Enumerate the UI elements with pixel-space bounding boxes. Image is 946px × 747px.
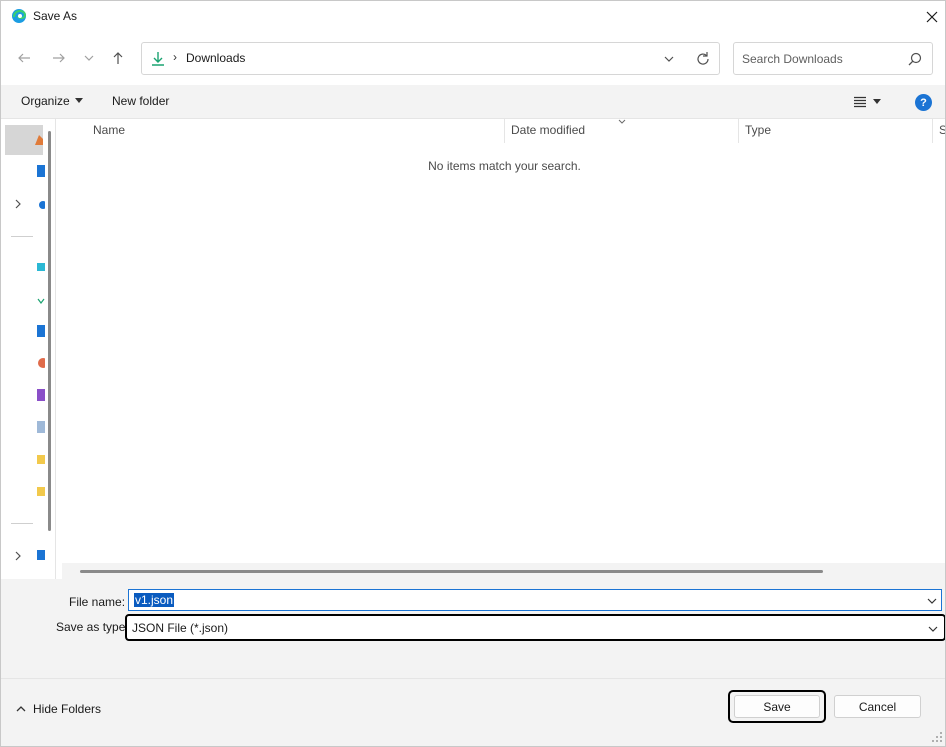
- onedrive-icon[interactable]: [37, 199, 47, 211]
- forward-button[interactable]: [48, 47, 70, 69]
- save-as-dialog: Save As › Downloads Search Downloads Org…: [0, 0, 946, 747]
- downloads-icon[interactable]: [37, 295, 45, 307]
- file-name-value: v1.json: [134, 593, 175, 607]
- hide-folders-button[interactable]: Hide Folders: [16, 702, 101, 716]
- arrow-right-icon: [53, 53, 65, 63]
- folder-icon[interactable]: [37, 485, 45, 497]
- download-icon: [151, 51, 165, 67]
- file-name-input[interactable]: v1.json: [128, 589, 942, 611]
- column-header-date-modified[interactable]: Date modified: [511, 123, 585, 137]
- nav-scrollbar[interactable]: [48, 131, 51, 531]
- file-list: Name Date modified Type S No items match…: [62, 119, 945, 579]
- chevron-down-icon[interactable]: [927, 596, 937, 606]
- chevron-right-icon[interactable]: [13, 199, 23, 209]
- arrow-up-icon: [113, 52, 123, 64]
- file-name-label: File name:: [69, 595, 126, 609]
- dialog-title: Save As: [33, 9, 78, 23]
- breadcrumb-separator: ›: [173, 50, 177, 64]
- column-header-type[interactable]: Type: [745, 123, 771, 137]
- cancel-button[interactable]: Cancel: [834, 695, 921, 718]
- desktop-icon[interactable]: [37, 261, 45, 273]
- close-button[interactable]: [919, 4, 945, 30]
- back-button[interactable]: [13, 47, 35, 69]
- hide-folders-label: Hide Folders: [33, 702, 102, 716]
- pictures-icon[interactable]: [37, 357, 48, 369]
- column-divider[interactable]: [932, 119, 933, 143]
- gallery-icon[interactable]: [37, 165, 45, 177]
- save-as-type-select[interactable]: JSON File (*.json): [125, 614, 945, 641]
- chevron-down-icon: [664, 56, 674, 62]
- nav-divider: [11, 236, 33, 237]
- caret-down-icon: [873, 99, 881, 104]
- close-icon: [926, 11, 938, 23]
- list-view-icon: [854, 96, 866, 108]
- home-icon: [35, 135, 43, 145]
- chevron-down-icon: [84, 55, 94, 61]
- title-bar: Save As: [1, 1, 945, 33]
- nav-divider: [11, 523, 33, 524]
- sort-indicator-icon: [618, 119, 626, 124]
- new-folder-button[interactable]: New folder: [112, 94, 169, 108]
- breadcrumb-location[interactable]: Downloads: [186, 51, 245, 65]
- videos-icon[interactable]: [37, 421, 45, 433]
- chevron-down-icon: [928, 626, 938, 632]
- address-row: › Downloads Search Downloads: [1, 33, 945, 85]
- folder-icon[interactable]: [37, 453, 45, 465]
- resize-grip-icon[interactable]: [931, 731, 943, 743]
- address-bar[interactable]: › Downloads: [141, 42, 720, 75]
- save-button[interactable]: Save: [734, 695, 820, 718]
- column-divider[interactable]: [504, 119, 505, 143]
- caret-down-icon: [74, 98, 83, 103]
- search-icon[interactable]: [908, 52, 922, 66]
- command-bar: Organize New folder ?: [1, 85, 945, 119]
- search-placeholder: Search Downloads: [742, 52, 843, 66]
- scrollbar-thumb[interactable]: [80, 570, 823, 573]
- arrow-left-icon: [18, 53, 30, 63]
- empty-message: No items match your search.: [428, 159, 581, 173]
- help-button[interactable]: ?: [915, 94, 932, 111]
- save-as-type-value: JSON File (*.json): [132, 621, 229, 635]
- this-pc-icon[interactable]: [37, 549, 45, 561]
- refresh-button[interactable]: [694, 50, 712, 68]
- search-input[interactable]: Search Downloads: [733, 42, 933, 75]
- edge-icon: [11, 8, 27, 24]
- refresh-icon: [697, 52, 709, 65]
- save-button-focus-ring: Save: [728, 690, 826, 723]
- address-dropdown-button[interactable]: [662, 52, 676, 66]
- organize-label: Organize: [21, 94, 70, 108]
- column-header-name[interactable]: Name: [93, 123, 125, 137]
- chevron-right-icon[interactable]: [13, 551, 23, 561]
- nav-item-selected[interactable]: [5, 125, 43, 155]
- up-button[interactable]: [107, 47, 129, 69]
- organize-menu[interactable]: Organize: [21, 94, 83, 108]
- documents-icon[interactable]: [37, 325, 45, 337]
- column-header-size[interactable]: S: [939, 123, 945, 137]
- dialog-footer: Hide Folders Save Cancel: [1, 678, 945, 746]
- column-divider[interactable]: [738, 119, 739, 143]
- save-as-type-label: Save as type:: [56, 620, 129, 634]
- music-icon[interactable]: [37, 389, 45, 401]
- horizontal-scrollbar[interactable]: [62, 563, 945, 579]
- recent-locations-button[interactable]: [78, 47, 100, 69]
- chevron-up-icon: [16, 706, 26, 712]
- navigation-pane: [1, 119, 56, 579]
- view-options-button[interactable]: [853, 94, 889, 110]
